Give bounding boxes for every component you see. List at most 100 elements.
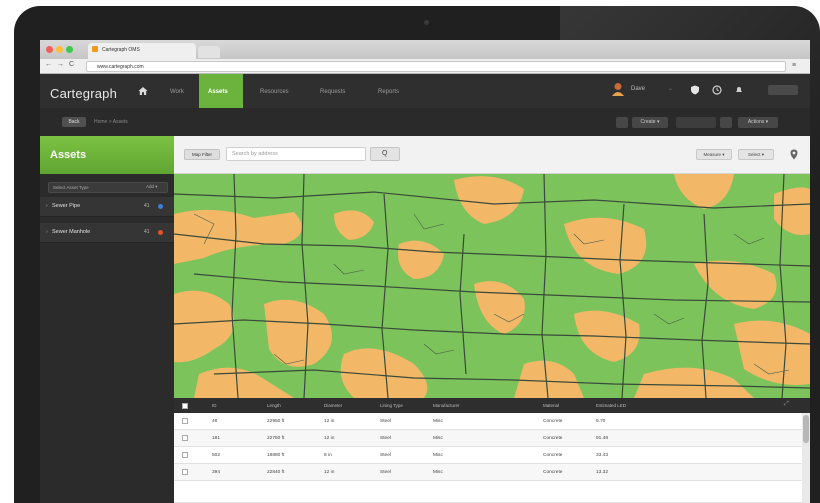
close-window-icon[interactable] [46,46,53,53]
clock-icon[interactable] [712,85,722,95]
column-header[interactable]: Diameter [324,403,342,408]
browser-tab[interactable]: Cartegraph OMS [88,43,196,59]
table-cell: 9.70 [596,419,606,424]
notification-icon[interactable] [734,85,744,95]
table-cell: Concrete [543,470,563,475]
table-cell: Concrete [543,436,563,441]
table-cell: Misc [433,453,443,458]
table-cell: Steel [380,470,391,475]
avatar[interactable] [612,82,624,96]
table-cell: 12 in [324,436,335,441]
map-layer [174,174,810,398]
forward-arrow-icon[interactable]: → [57,61,64,68]
layer-count: 41 [144,229,150,235]
search-input[interactable]: Search by address [226,147,366,161]
minimize-window-icon[interactable] [56,46,63,53]
table-cell: 181 [212,436,221,441]
column-header[interactable]: Manufacturer [433,403,460,408]
table-cell: 18880 ft [267,453,285,458]
reload-icon[interactable]: C [69,61,74,68]
tab-title: Cartegraph OMS [102,47,140,53]
toolbar-small-button[interactable] [720,117,732,128]
table-cell: Misc [433,436,443,441]
table-cell: Steel [380,436,391,441]
list-view-button[interactable] [616,117,628,128]
new-tab-button[interactable] [198,46,220,58]
map-filter-button[interactable]: Map Filter [184,149,220,160]
column-header[interactable]: Estimated LED [596,403,626,408]
chevron-right-icon: › [46,229,48,235]
asset-type-placeholder: Select Asset Type [53,185,89,190]
menu-icon[interactable]: ≡ [792,62,802,71]
row-checkbox[interactable] [182,418,188,424]
favicon-icon [92,46,98,52]
table-row[interactable] [174,481,802,503]
sidebar-item-label: Sewer Pipe [52,203,81,209]
nav-work[interactable]: Work [170,89,184,95]
measure-button[interactable]: Measure ▾ [696,149,732,160]
breadcrumb[interactable]: Home > Assets [94,119,128,125]
nav-reports[interactable]: Reports [378,89,399,95]
layer-color-dot [158,204,163,209]
table-cell: 22840 ft [267,470,285,475]
add-layer-button[interactable]: Add ▾ [146,184,158,190]
table-cell: Steel [380,419,391,424]
screen: Cartegraph OMS ← → C www.cartegraph.com … [40,40,810,503]
chevron-right-icon: › [46,203,48,209]
table-cell: 12 in [324,419,335,424]
expand-icon[interactable]: ⤢ [784,401,789,408]
table-cell: 13.32 [596,470,609,475]
row-checkbox[interactable] [182,435,188,441]
column-header[interactable]: Lining Type [380,403,403,408]
user-name[interactable]: Dave [631,86,645,92]
url-text: www.cartegraph.com [97,64,144,70]
column-header[interactable]: Length [267,403,281,408]
create-button[interactable]: Create ▾ [632,117,668,128]
quick-search-box[interactable] [768,85,798,95]
table-cell: 46 [212,419,218,424]
address-bar[interactable]: www.cartegraph.com [86,61,786,72]
table-cell: 502 [212,453,221,458]
search-button[interactable]: Q [370,147,400,161]
select-button[interactable]: Select ▾ [738,149,774,160]
table-cell: 22750 ft [267,436,285,441]
table-scrollbar-thumb[interactable] [803,415,809,443]
table-cell: 12 in [324,470,335,475]
select-all-checkbox[interactable] [182,403,188,409]
table-cell: 8 in [324,453,332,458]
layer-count: 41 [144,203,150,209]
row-checkbox[interactable] [182,452,188,458]
table-cell: Steel [380,453,391,458]
map-canvas[interactable] [174,174,810,398]
maximize-window-icon[interactable] [66,46,73,53]
column-header[interactable]: ID [212,403,217,408]
map-pin-icon[interactable] [790,149,798,160]
layer-color-dot [158,230,163,235]
sidebar-item-label: Sewer Manhole [52,229,91,235]
page-title: Assets [50,149,87,161]
table-cell: 33.43 [596,453,609,458]
shield-icon[interactable] [690,85,700,95]
nav-assets[interactable]: Assets [208,89,228,95]
toolbar-disabled-button [676,117,716,128]
search-placeholder: Search by address [232,151,278,157]
back-arrow-icon[interactable]: ← [45,61,52,68]
nav-requests[interactable]: Requests [320,89,345,95]
home-icon[interactable] [138,86,148,96]
row-checkbox[interactable] [182,469,188,475]
table-cell: 91.48 [596,436,609,441]
table-cell: Concrete [543,419,563,424]
back-button[interactable]: Back [62,117,86,127]
app-logo[interactable]: Cartegraph [50,86,117,101]
nav-resources[interactable]: Resources [260,89,289,95]
table-cell: 22950 ft [267,419,285,424]
chevron-down-icon[interactable]: ⌄ [668,85,673,92]
search-icon: Q [382,150,388,157]
table-cell: Misc [433,419,443,424]
column-header[interactable]: Material [543,403,559,408]
table-cell: Concrete [543,453,563,458]
table-cell: Misc [433,470,443,475]
actions-button[interactable]: Actions ▾ [738,117,778,128]
table-cell: 394 [212,470,221,475]
camera-icon [424,20,429,25]
